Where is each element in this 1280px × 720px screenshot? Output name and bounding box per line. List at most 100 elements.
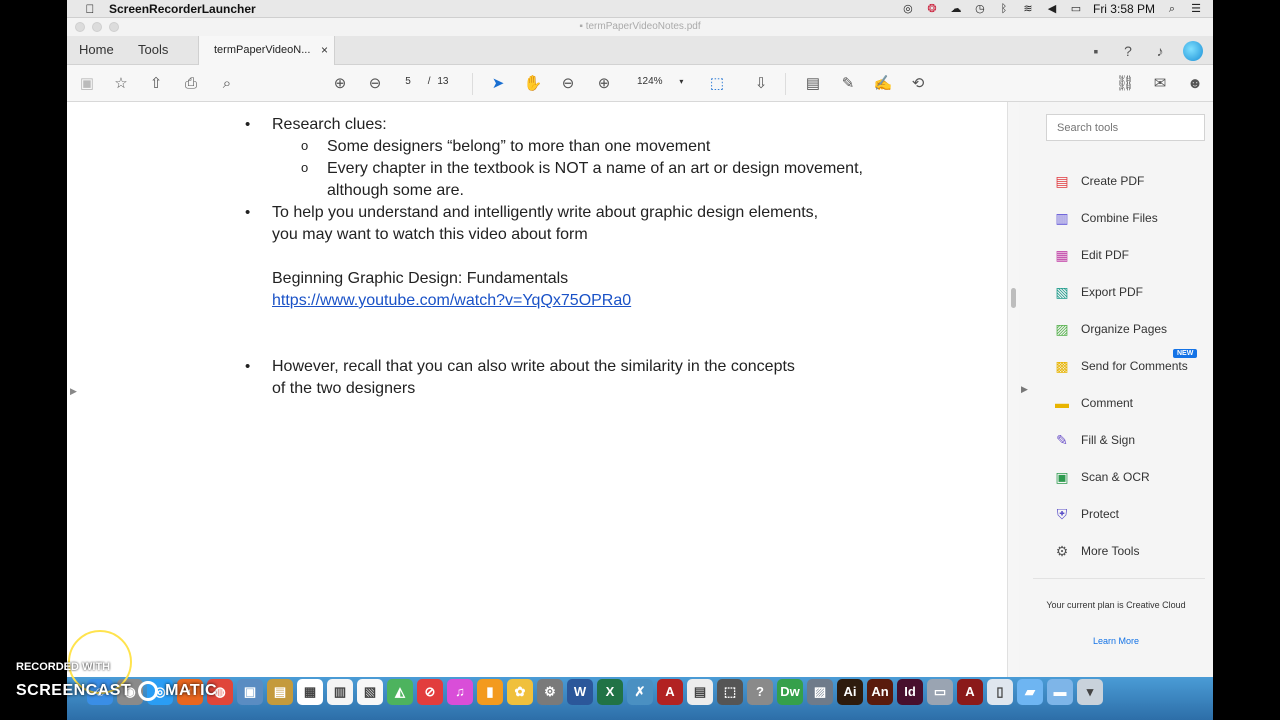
avatar[interactable]: [1183, 41, 1203, 61]
tool-item[interactable]: ▧ Export PDF: [1053, 273, 1213, 310]
tool-item[interactable]: ▬ Comment: [1053, 384, 1213, 421]
zoom-level[interactable]: 124% ▾: [637, 76, 683, 87]
collapse-panel-icon[interactable]: ▶: [1021, 384, 1028, 395]
fit-page-icon[interactable]: ⬚: [707, 74, 727, 94]
photos-icon[interactable]: ✿: [507, 679, 533, 705]
illustrator-icon[interactable]: Ai: [837, 679, 863, 705]
save-icon[interactable]: ▣: [77, 74, 97, 94]
acrobat-icon[interactable]: A: [957, 679, 983, 705]
bluetooth-icon[interactable]: ᛒ: [997, 3, 1011, 15]
volume-icon[interactable]: ◀: [1045, 3, 1059, 15]
scrollbar-thumb[interactable]: [1011, 288, 1016, 308]
scroll-mode-icon[interactable]: ⇩: [751, 74, 771, 94]
menu-clock[interactable]: Fri 3:58 PM: [1093, 2, 1155, 16]
wifi-icon[interactable]: ≋: [1021, 3, 1035, 15]
tab-home[interactable]: Home: [79, 42, 114, 57]
acrobat-reader-icon[interactable]: A: [657, 679, 683, 705]
bookmark-star-icon[interactable]: ☆: [111, 74, 131, 94]
document-icon[interactable]: ▯: [987, 679, 1013, 705]
maps-icon[interactable]: ◭: [387, 679, 413, 705]
minimize-window-button[interactable]: [92, 22, 102, 32]
tool-item[interactable]: ⛨ Protect: [1053, 495, 1213, 532]
animate-icon[interactable]: An: [867, 679, 893, 705]
bell-icon[interactable]: ♪: [1151, 42, 1169, 60]
time-machine-icon[interactable]: ◷: [973, 3, 987, 15]
document-view[interactable]: ▶ Research clues: Some designers “belong…: [67, 102, 1007, 677]
search-tools-input[interactable]: [1046, 114, 1205, 141]
tool-item[interactable]: ✎ Fill & Sign: [1053, 421, 1213, 458]
screenshot-icon[interactable]: ⬚: [717, 679, 743, 705]
news-icon[interactable]: ⊘: [417, 679, 443, 705]
acrobat-menu-icon[interactable]: ❂: [925, 3, 939, 15]
folder-icon[interactable]: ▰: [1017, 679, 1043, 705]
spotlight-icon[interactable]: ⌕: [1165, 3, 1179, 15]
document-scrollbar[interactable]: [1007, 102, 1019, 677]
mail-icon[interactable]: ✉: [1150, 74, 1170, 94]
video-link[interactable]: https://www.youtube.com/watch?v=YqQx75OP…: [272, 292, 631, 309]
add-user-icon[interactable]: ☻: [1185, 74, 1205, 94]
battery-icon[interactable]: ▭: [1069, 3, 1083, 15]
app-name[interactable]: ScreenRecorderLauncher: [109, 2, 256, 16]
tool-item[interactable]: ▦ Edit PDF: [1053, 236, 1213, 273]
send-comments-icon: ▩: [1055, 357, 1069, 374]
xcode-icon[interactable]: ✗: [627, 679, 653, 705]
stickies-icon[interactable]: ▤: [267, 679, 293, 705]
print-icon[interactable]: ⎙: [181, 74, 201, 94]
reminders-icon[interactable]: ▧: [357, 679, 383, 705]
screen-mirror-icon[interactable]: ◎: [901, 3, 915, 15]
page-indicator: 5 / 13: [397, 76, 448, 87]
zoom-window-button[interactable]: [109, 22, 119, 32]
select-cursor-icon[interactable]: ➤: [488, 74, 508, 94]
image-capture-icon[interactable]: ▭: [927, 679, 953, 705]
calendar-icon[interactable]: ▦: [297, 679, 323, 705]
zoom-search-icon[interactable]: ⌕: [217, 74, 237, 94]
share-icon[interactable]: ⟲: [908, 74, 928, 94]
apple-icon[interactable]: : [79, 2, 101, 16]
tool-item[interactable]: ▤ Create PDF: [1053, 162, 1213, 199]
preview-icon[interactable]: ▣: [237, 679, 263, 705]
ibooks-icon[interactable]: ▮: [477, 679, 503, 705]
notification-center-icon[interactable]: ☰: [1189, 3, 1203, 15]
zoom-out-icon[interactable]: ⊖: [558, 74, 578, 94]
close-tab-icon[interactable]: ×: [321, 43, 328, 57]
utility-icon[interactable]: ▨: [807, 679, 833, 705]
sign-icon[interactable]: ✍: [873, 74, 893, 94]
page-separator: /: [427, 76, 431, 87]
close-window-button[interactable]: [75, 22, 85, 32]
tool-item[interactable]: ▣ Scan & OCR: [1053, 458, 1213, 495]
next-page-icon[interactable]: ⊖: [365, 74, 385, 94]
zoom-in-icon[interactable]: ⊕: [594, 74, 614, 94]
system-preferences-icon[interactable]: ⚙: [537, 679, 563, 705]
learn-more-link[interactable]: Learn More: [1019, 636, 1213, 646]
tool-item[interactable]: ⚙ More Tools: [1053, 532, 1213, 569]
tab-document[interactable]: termPaperVideoN... ×: [198, 36, 335, 65]
expand-left-panel-icon[interactable]: ▶: [70, 386, 77, 397]
previous-page-icon[interactable]: ⊕: [330, 74, 350, 94]
word-icon[interactable]: W: [567, 679, 593, 705]
dreamweaver-icon[interactable]: Dw: [777, 679, 803, 705]
page-number-input[interactable]: 5: [397, 76, 419, 87]
chat-icon[interactable]: ▪: [1087, 42, 1105, 60]
downloads-icon[interactable]: ▬: [1047, 679, 1073, 705]
tool-item[interactable]: ▩ Send for Comments NEW: [1053, 347, 1213, 384]
chevron-down-icon: ▾: [679, 77, 684, 86]
excel-icon[interactable]: X: [597, 679, 623, 705]
tab-tools[interactable]: Tools: [138, 42, 168, 57]
indesign-icon[interactable]: Id: [897, 679, 923, 705]
watermark-matic: MATIC: [165, 682, 218, 700]
itunes-icon[interactable]: ♫: [447, 679, 473, 705]
link-icon[interactable]: ⛓: [1115, 74, 1135, 94]
notes-icon[interactable]: ▥: [327, 679, 353, 705]
help-viewer-icon[interactable]: ?: [747, 679, 773, 705]
tool-item[interactable]: ▨ Organize Pages: [1053, 310, 1213, 347]
comment-tool-icon[interactable]: ▤: [803, 74, 823, 94]
trash-icon[interactable]: ▾: [1077, 679, 1103, 705]
hand-tool-icon[interactable]: ✋: [523, 74, 543, 94]
tool-item[interactable]: ▥ Combine Files: [1053, 199, 1213, 236]
upload-icon[interactable]: ⇧: [146, 74, 166, 94]
textedit-icon[interactable]: ▤: [687, 679, 713, 705]
cloud-icon[interactable]: ☁: [949, 3, 963, 15]
sub-bullet-designers: Some designers “belong” to more than one…: [245, 135, 865, 158]
highlight-pen-icon[interactable]: ✎: [838, 74, 858, 94]
help-icon[interactable]: ?: [1119, 42, 1137, 60]
